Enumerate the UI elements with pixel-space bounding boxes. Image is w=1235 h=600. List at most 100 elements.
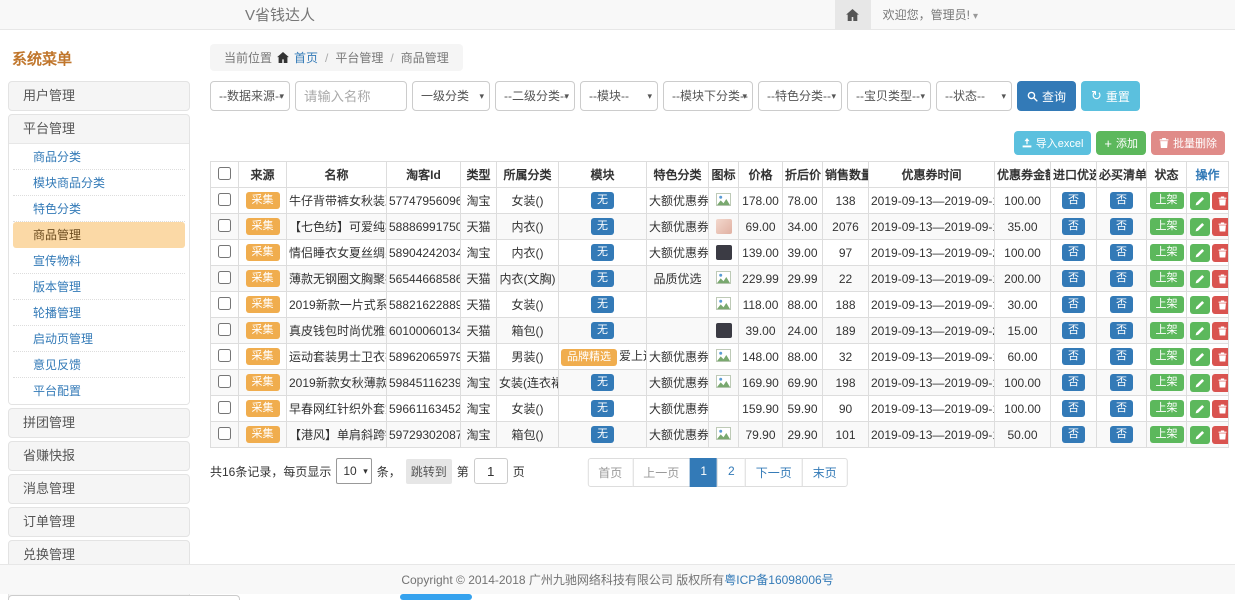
delete-button[interactable]: [1212, 296, 1229, 314]
filter-select-level2-category[interactable]: --二级分类--▾: [495, 81, 575, 111]
row-checkbox[interactable]: [218, 245, 231, 258]
sidebar-item-group-buy-mgmt[interactable]: 拼团管理: [9, 409, 189, 437]
sidebar-subitem-module-goods-category[interactable]: 模块商品分类: [13, 170, 185, 196]
imported-toggle-badge[interactable]: 否: [1062, 244, 1085, 261]
delete-button[interactable]: [1212, 348, 1229, 366]
pager-next[interactable]: 下一页: [745, 458, 803, 487]
jump-button[interactable]: 跳转到: [406, 459, 452, 484]
imported-toggle-badge[interactable]: 否: [1062, 296, 1085, 313]
sidebar-subitem-carousel-mgmt[interactable]: 轮播管理: [13, 300, 185, 326]
row-checkbox[interactable]: [218, 297, 231, 310]
edit-button[interactable]: [1190, 270, 1210, 288]
imported-toggle-badge[interactable]: 否: [1062, 270, 1085, 287]
imported-toggle-badge[interactable]: 否: [1062, 400, 1085, 417]
must-buy-toggle-badge[interactable]: 否: [1110, 426, 1133, 443]
pager-first[interactable]: 首页: [587, 458, 633, 487]
pager-last[interactable]: 末页: [802, 458, 848, 487]
filter-select-status[interactable]: --状态--▾: [936, 81, 1012, 111]
status-badge[interactable]: 上架: [1150, 348, 1184, 365]
must-buy-toggle-badge[interactable]: 否: [1110, 270, 1133, 287]
delete-button[interactable]: [1212, 270, 1229, 288]
status-badge[interactable]: 上架: [1150, 218, 1184, 235]
sidebar-item-saving-news[interactable]: 省赚快报: [9, 442, 189, 470]
row-checkbox[interactable]: [218, 323, 231, 336]
imported-toggle-badge[interactable]: 否: [1062, 374, 1085, 391]
filter-select-feature-category[interactable]: --特色分类--▾: [758, 81, 842, 111]
status-badge[interactable]: 上架: [1150, 296, 1184, 313]
imported-toggle-badge[interactable]: 否: [1062, 192, 1085, 209]
sidebar-subitem-splash-mgmt[interactable]: 启动页管理: [13, 326, 185, 352]
icp-link[interactable]: 粤ICP备16098006号: [724, 573, 833, 587]
pager-page-1[interactable]: 1: [689, 458, 718, 487]
edit-button[interactable]: [1190, 192, 1210, 210]
per-page-select[interactable]: 10▾: [336, 458, 371, 484]
import-excel-button[interactable]: 导入excel: [1014, 131, 1092, 155]
delete-button[interactable]: [1212, 426, 1229, 444]
reset-button[interactable]: ↻ 重置: [1081, 81, 1140, 111]
row-checkbox[interactable]: [218, 349, 231, 362]
status-badge[interactable]: 上架: [1150, 192, 1184, 209]
horizontal-scrollbar-thumb[interactable]: [400, 594, 472, 600]
status-badge[interactable]: 上架: [1150, 400, 1184, 417]
sidebar-subitem-feedback[interactable]: 意见反馈: [13, 352, 185, 378]
status-badge[interactable]: 上架: [1150, 426, 1184, 443]
must-buy-toggle-badge[interactable]: 否: [1110, 400, 1133, 417]
sidebar-item-platform-mgmt[interactable]: 平台管理: [9, 115, 189, 143]
edit-button[interactable]: [1190, 322, 1210, 340]
row-checkbox[interactable]: [218, 427, 231, 440]
must-buy-toggle-badge[interactable]: 否: [1110, 218, 1133, 235]
filter-select-item-type[interactable]: --宝贝类型--▾: [847, 81, 931, 111]
status-badge[interactable]: 上架: [1150, 244, 1184, 261]
must-buy-toggle-badge[interactable]: 否: [1110, 374, 1133, 391]
search-button[interactable]: 查询: [1017, 81, 1076, 111]
sidebar-subitem-feature-category[interactable]: 特色分类: [13, 196, 185, 222]
sidebar-item-message-mgmt[interactable]: 消息管理: [9, 475, 189, 503]
filter-select-module-sub-category[interactable]: --模块下分类--▾: [663, 81, 753, 111]
must-buy-toggle-badge[interactable]: 否: [1110, 192, 1133, 209]
edit-button[interactable]: [1190, 218, 1210, 236]
batch-delete-button[interactable]: 批量删除: [1151, 131, 1225, 155]
sidebar-subitem-goods-mgmt[interactable]: 商品管理: [13, 222, 185, 248]
delete-button[interactable]: [1212, 374, 1229, 392]
edit-button[interactable]: [1190, 296, 1210, 314]
edit-button[interactable]: [1190, 244, 1210, 262]
status-badge[interactable]: 上架: [1150, 374, 1184, 391]
user-menu[interactable]: 欢迎您，管理员!▾: [871, 6, 990, 23]
sidebar-item-order-mgmt[interactable]: 订单管理: [9, 508, 189, 536]
sidebar-subitem-promo-material[interactable]: 宣传物料: [13, 248, 185, 274]
row-checkbox[interactable]: [218, 193, 231, 206]
sidebar-subitem-platform-config[interactable]: 平台配置: [13, 378, 185, 404]
must-buy-toggle-badge[interactable]: 否: [1110, 348, 1133, 365]
add-button[interactable]: + 添加: [1096, 131, 1146, 155]
delete-button[interactable]: [1212, 192, 1229, 210]
home-button[interactable]: [835, 0, 871, 30]
row-checkbox[interactable]: [218, 219, 231, 232]
imported-toggle-badge[interactable]: 否: [1062, 218, 1085, 235]
row-checkbox[interactable]: [218, 375, 231, 388]
edit-button[interactable]: [1190, 426, 1210, 444]
delete-button[interactable]: [1212, 400, 1229, 418]
row-checkbox[interactable]: [218, 271, 231, 284]
edit-button[interactable]: [1190, 400, 1210, 418]
status-badge[interactable]: 上架: [1150, 270, 1184, 287]
pager-page-2[interactable]: 2: [717, 458, 746, 487]
breadcrumb-home-link[interactable]: 首页: [294, 49, 318, 66]
sidebar-subitem-goods-category[interactable]: 商品分类: [13, 144, 185, 170]
must-buy-toggle-badge[interactable]: 否: [1110, 322, 1133, 339]
filter-select-module[interactable]: --模块--▾: [580, 81, 658, 111]
edit-button[interactable]: [1190, 348, 1210, 366]
edit-button[interactable]: [1190, 374, 1210, 392]
jump-page-input[interactable]: [474, 458, 508, 484]
pager-prev[interactable]: 上一页: [632, 458, 690, 487]
select-all-checkbox[interactable]: [218, 167, 231, 180]
filter-select-data-source[interactable]: --数据来源--▾: [210, 81, 290, 111]
status-badge[interactable]: 上架: [1150, 322, 1184, 339]
imported-toggle-badge[interactable]: 否: [1062, 348, 1085, 365]
delete-button[interactable]: [1212, 244, 1229, 262]
must-buy-toggle-badge[interactable]: 否: [1110, 296, 1133, 313]
filter-input-name[interactable]: [295, 81, 407, 111]
sidebar-item-user-mgmt[interactable]: 用户管理: [9, 82, 189, 110]
must-buy-toggle-badge[interactable]: 否: [1110, 244, 1133, 261]
sidebar-subitem-version-mgmt[interactable]: 版本管理: [13, 274, 185, 300]
imported-toggle-badge[interactable]: 否: [1062, 426, 1085, 443]
